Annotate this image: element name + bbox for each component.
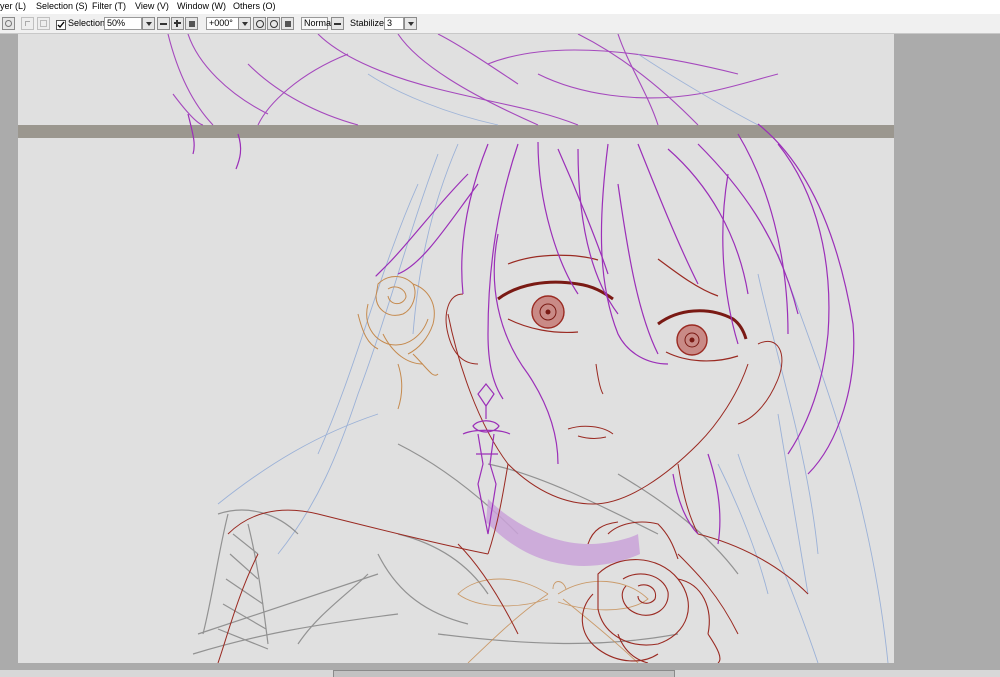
toolbar: Selection 50% +000° Normal Stabilizer 3	[0, 14, 1000, 34]
flip-horizontal-button[interactable]	[331, 17, 344, 30]
select-arrow-icon	[25, 21, 30, 26]
chevron-down-icon	[407, 21, 414, 26]
horizontal-scrollbar[interactable]	[0, 670, 1000, 677]
chevron-down-icon	[145, 21, 152, 26]
rotate-cw-button[interactable]	[267, 17, 280, 30]
choker-band	[486, 499, 640, 566]
zoom-out-button[interactable]	[157, 17, 170, 30]
zoom-dropdown-button[interactable]	[142, 17, 155, 30]
invert-icon	[40, 20, 47, 27]
selection-label: Selection	[68, 18, 106, 28]
rotate-ccw-button[interactable]	[253, 17, 266, 30]
drawing-canvas[interactable]	[18, 34, 894, 663]
earring-sketch	[462, 383, 511, 535]
orange-rose-sketch	[357, 276, 439, 410]
selection-toggle[interactable]: Selection	[56, 17, 105, 30]
undo-button[interactable]	[2, 17, 15, 30]
eyes	[497, 254, 748, 362]
selection-checkbox[interactable]	[56, 19, 66, 30]
chevron-down-icon	[241, 21, 248, 26]
rotation-dropdown-button[interactable]	[238, 17, 251, 30]
menu-bar: yer (L) Selection (S) Filter (T) View (V…	[0, 0, 1000, 14]
flip-icon	[334, 22, 341, 25]
stabilizer-dropdown-button[interactable]	[404, 17, 417, 30]
menu-selection[interactable]: Selection (S)	[36, 1, 88, 11]
right-eye	[657, 309, 748, 362]
menu-others[interactable]: Others (O)	[233, 1, 276, 11]
zoom-reset-button[interactable]	[185, 17, 198, 30]
top-hair-strands	[167, 34, 779, 126]
workspace[interactable]	[0, 34, 1000, 670]
rotate-ccw-icon	[255, 19, 264, 28]
deselect-button[interactable]	[21, 17, 34, 30]
menu-window[interactable]: Window (W)	[177, 1, 226, 11]
sketch-artwork	[18, 34, 894, 663]
menu-filter[interactable]: Filter (T)	[92, 1, 126, 11]
canvas-divider-band	[18, 125, 894, 138]
rotation-field[interactable]: +000°	[206, 17, 242, 30]
stabilizer-label: Stabilizer	[350, 18, 388, 28]
horizontal-scrollbar-thumb[interactable]	[333, 670, 675, 677]
undo-icon	[5, 20, 12, 27]
blend-mode-select[interactable]: Normal	[301, 17, 333, 30]
menu-view[interactable]: View (V)	[135, 1, 169, 11]
reset-icon	[188, 20, 195, 27]
menu-layer[interactable]: yer (L)	[0, 1, 26, 11]
reset-icon	[284, 20, 291, 27]
stabilizer-field[interactable]: 3	[384, 17, 404, 30]
purple-hair-lineart	[187, 113, 855, 545]
rotate-cw-icon	[269, 19, 278, 28]
blue-hair-strands	[217, 143, 889, 663]
left-eye	[497, 280, 614, 334]
zoom-field[interactable]: 50%	[104, 17, 142, 30]
plus-icon	[174, 20, 181, 27]
zoom-in-button[interactable]	[171, 17, 184, 30]
invert-selection-button[interactable]	[37, 17, 50, 30]
rotate-reset-button[interactable]	[281, 17, 294, 30]
minus-icon	[160, 22, 167, 25]
